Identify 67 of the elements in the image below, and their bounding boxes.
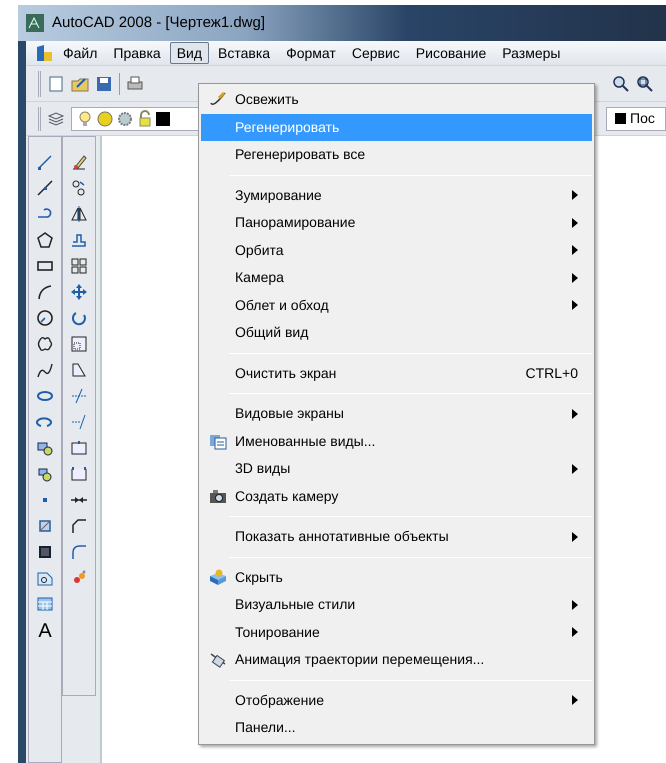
menu-item[interactable]: Облет и обход <box>201 292 592 319</box>
trim-icon[interactable] <box>70 387 88 405</box>
menu-item[interactable]: Зумирование <box>201 182 592 209</box>
printer-icon[interactable] <box>126 74 144 92</box>
chamfer-icon[interactable] <box>70 517 88 535</box>
menu-bar-item[interactable]: Вставка <box>211 42 278 64</box>
spline-icon[interactable] <box>36 361 54 379</box>
sun-icon[interactable] <box>96 110 114 128</box>
break-icon[interactable] <box>70 465 88 483</box>
break-icon[interactable] <box>70 439 88 457</box>
menu-bar-item[interactable]: Рисование <box>408 42 494 64</box>
menu-item[interactable]: Создать камеру <box>201 482 592 510</box>
ray-icon[interactable] <box>36 179 54 197</box>
zoom-window-icon[interactable] <box>636 74 654 92</box>
menu-item[interactable]: Орбита <box>201 236 592 264</box>
menu-bar-item[interactable]: Сервис <box>344 42 407 64</box>
views-icon[interactable] <box>209 432 227 450</box>
color-swatch <box>615 113 626 124</box>
circle-icon[interactable] <box>36 309 54 327</box>
text-tool[interactable]: A <box>38 621 52 641</box>
mirror-icon[interactable] <box>70 205 88 223</box>
line-icon[interactable] <box>36 153 54 171</box>
menu-item[interactable]: Регенерировать все <box>201 141 592 168</box>
zoom-icon[interactable] <box>612 74 630 92</box>
menu-item[interactable]: Отображение <box>201 686 592 714</box>
gradient-icon[interactable] <box>36 543 54 561</box>
menu-item[interactable]: Видовые экраны <box>201 400 592 428</box>
menu-bar-item[interactable]: Размеры <box>495 42 568 64</box>
box-icon[interactable] <box>209 568 227 586</box>
new-file-icon[interactable] <box>47 74 65 92</box>
menu-item[interactable]: Панорамирование <box>201 209 592 236</box>
layers-icon[interactable] <box>47 110 65 128</box>
menu-item[interactable]: Анимация траектории перемещения... <box>201 646 592 674</box>
menu-item[interactable]: Камера <box>201 264 592 292</box>
eraser-icon[interactable] <box>70 153 88 171</box>
menu-bar-item[interactable]: Правка <box>106 42 168 64</box>
color-dropdown[interactable]: Пос <box>606 106 666 130</box>
menu-item[interactable]: Очистить экран CTRL+0 <box>201 360 592 387</box>
menu-item[interactable]: Тонирование <box>201 618 592 646</box>
menu-item[interactable]: Освежить <box>201 86 592 114</box>
color-swatch <box>156 112 170 126</box>
menu-item[interactable]: Панели... <box>201 714 592 742</box>
array-icon[interactable] <box>70 257 88 275</box>
save-icon[interactable] <box>95 74 113 92</box>
document-icon[interactable] <box>34 44 54 62</box>
window-title: AutoCAD 2008 - [Чертеж1.dwg] <box>52 12 266 33</box>
arc-icon[interactable] <box>36 283 54 301</box>
app-logo-icon <box>26 14 44 32</box>
menu-item[interactable]: Скрыть <box>201 564 592 591</box>
menu-bar-item[interactable]: Формат <box>279 42 343 64</box>
cloud-icon[interactable] <box>36 335 54 353</box>
menu-item[interactable]: 3D виды <box>201 455 592 482</box>
gear-icon[interactable] <box>116 110 134 128</box>
move-icon[interactable] <box>70 283 88 301</box>
table-icon[interactable] <box>36 595 54 613</box>
menu-item[interactable]: Общий вид <box>201 319 592 346</box>
camera-icon[interactable] <box>209 487 227 506</box>
scale-icon[interactable] <box>70 335 88 353</box>
stretch-icon[interactable] <box>70 361 88 379</box>
menu-item[interactable]: Именованные виды... <box>201 428 592 455</box>
fillet-icon[interactable] <box>70 543 88 561</box>
menu-bar-item[interactable]: Вид <box>170 42 210 64</box>
pentagon-icon[interactable] <box>36 231 54 249</box>
extend-icon[interactable] <box>70 413 88 431</box>
menu-item[interactable]: Показать аннотативные объекты <box>201 523 592 550</box>
menu-item[interactable]: Визуальные стили <box>201 591 592 618</box>
menu-bar-item[interactable]: Файл <box>56 42 104 64</box>
